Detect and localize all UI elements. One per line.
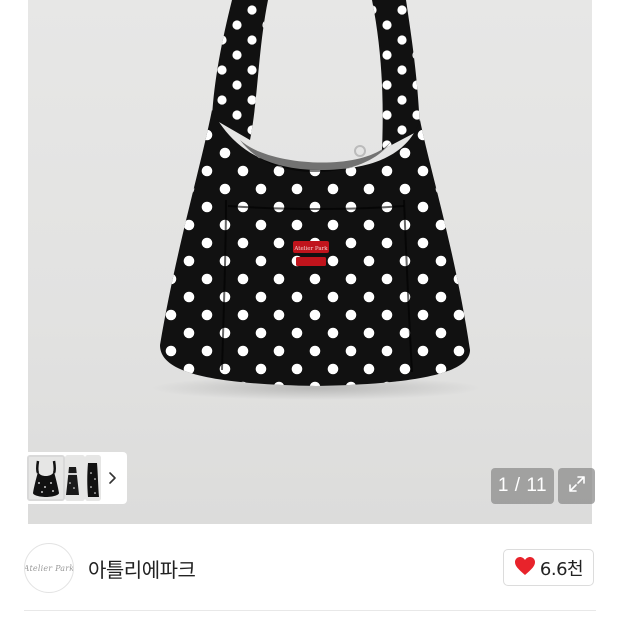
product-image-gallery[interactable]: Atelier Park 1 / 11 [0,0,620,524]
heart-icon [514,556,536,580]
like-count: 6.6천 [539,558,584,580]
expand-icon [567,474,587,498]
thumbnail-2[interactable] [65,455,85,501]
svg-text:Atelier Park: Atelier Park [293,246,328,252]
expand-button[interactable] [558,468,595,504]
chevron-right-icon[interactable] [101,455,123,501]
thumbnail-3[interactable] [85,455,101,501]
thumbnail-strip [24,452,127,504]
seller-logo-text: Atelier Park [24,563,74,573]
image-page-counter: 1 / 11 [491,468,554,504]
seller-row: Atelier Park 아틀리에파크 6.6천 [0,524,620,612]
product-photo[interactable]: Atelier Park [0,0,620,524]
section-divider [24,610,596,611]
like-button[interactable]: 6.6천 [503,549,594,586]
thumbnail-1[interactable] [27,455,65,501]
seller-name[interactable]: 아틀리에파크 [88,554,196,583]
seller-avatar[interactable]: Atelier Park [24,543,74,593]
